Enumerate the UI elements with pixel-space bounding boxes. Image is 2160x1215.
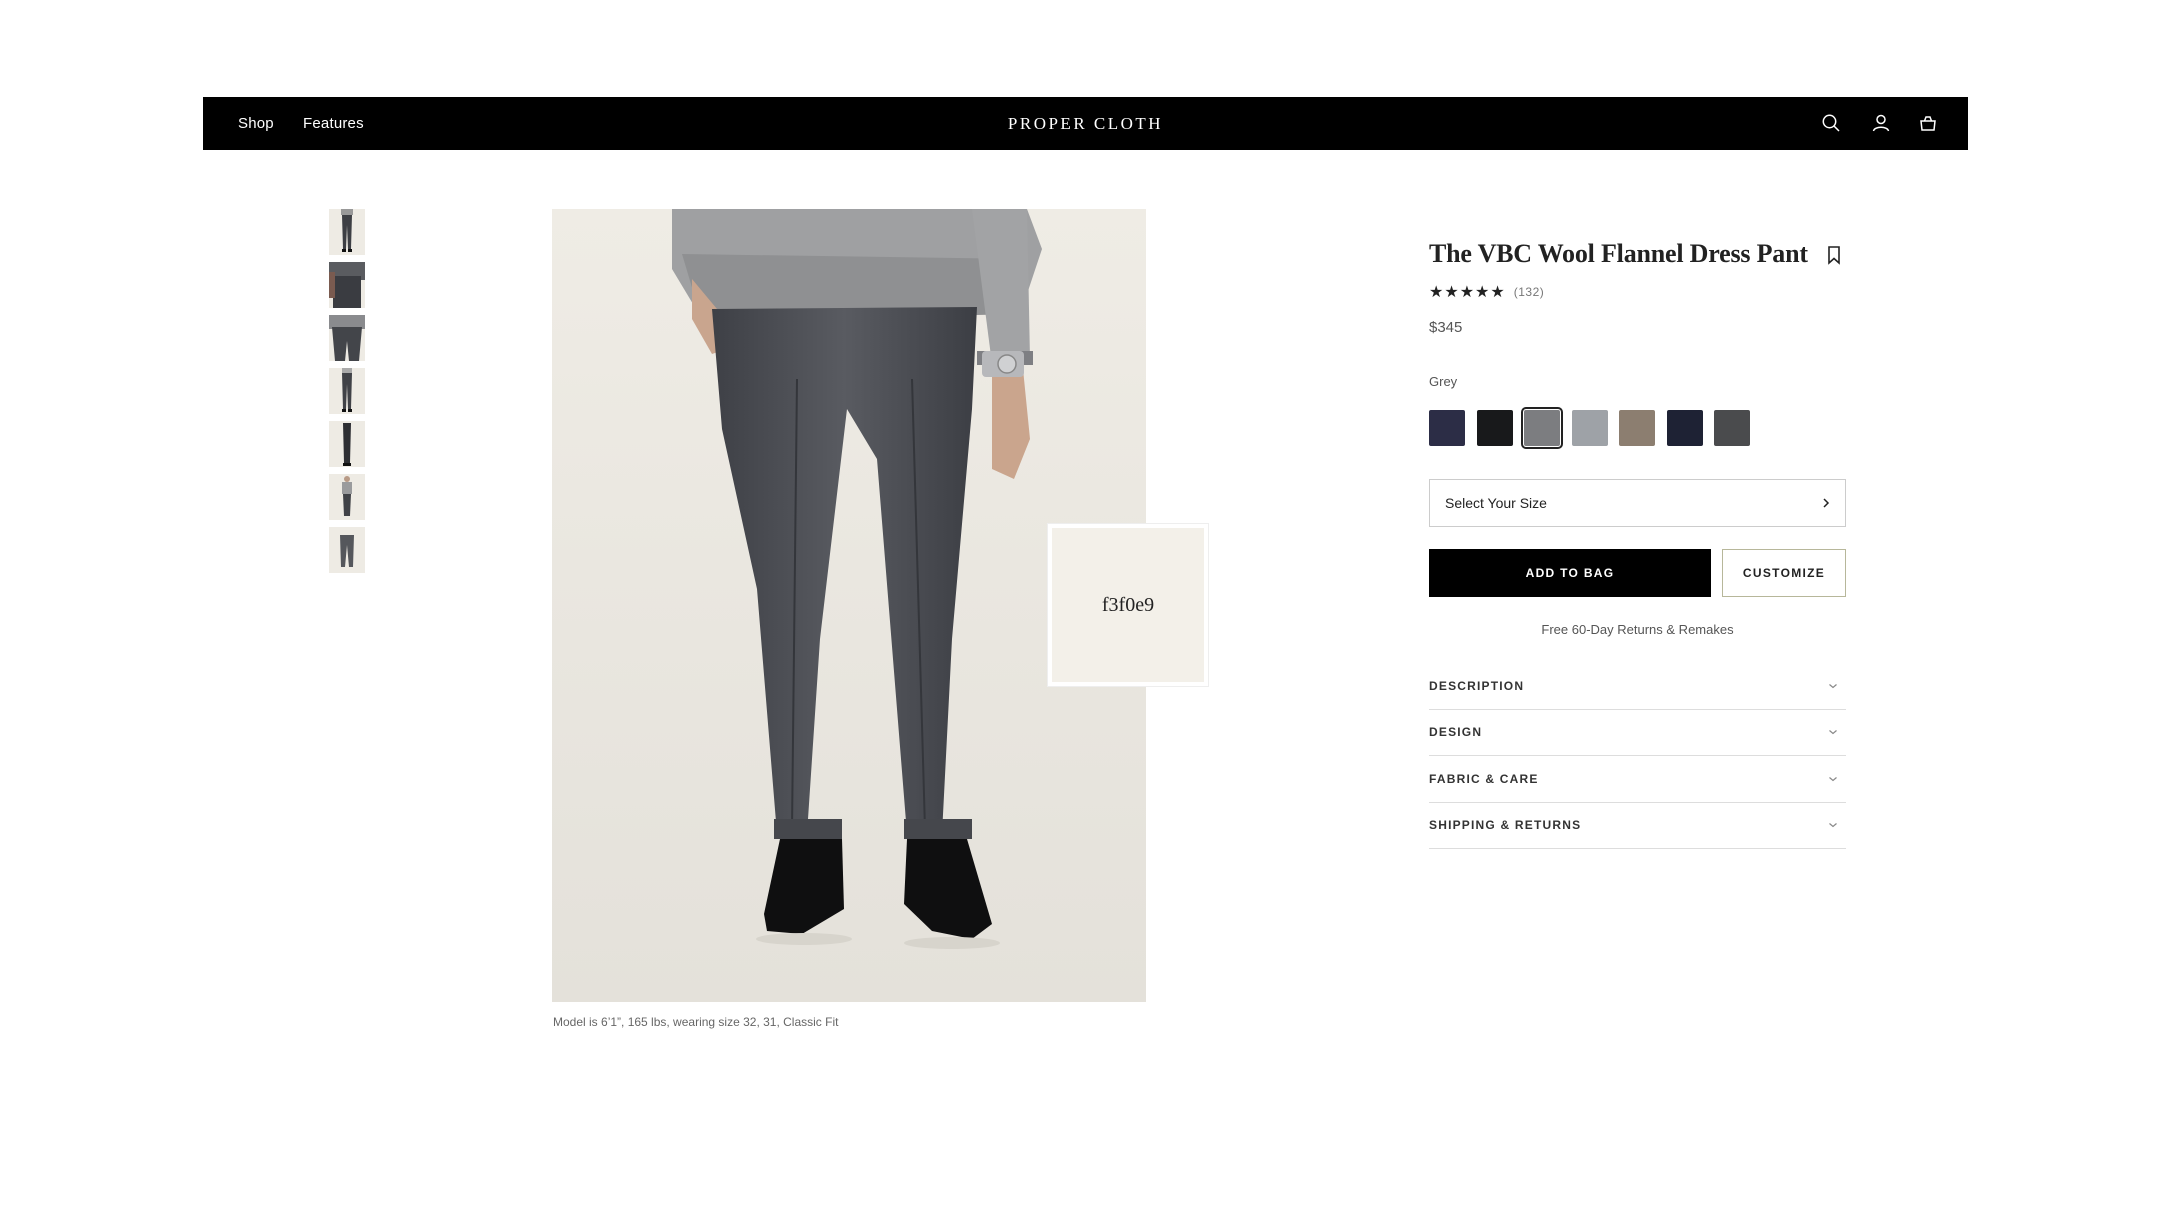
thumbnail-2[interactable] xyxy=(329,262,365,308)
accordion-label: FABRIC & CARE xyxy=(1429,771,1539,786)
thumbnail-5[interactable] xyxy=(329,421,365,467)
accordion-item-shipping-returns[interactable]: SHIPPING & RETURNS xyxy=(1429,803,1846,849)
chevron-down-icon xyxy=(1829,730,1837,735)
search-icon[interactable] xyxy=(1820,112,1842,134)
add-to-bag-button[interactable]: ADD TO BAG xyxy=(1429,549,1711,597)
model-caption: Model is 6’1”, 165 lbs, wearing size 32,… xyxy=(553,1015,839,1029)
thumbnail-6[interactable] xyxy=(329,474,365,520)
swatch-preview: f3f0e9 xyxy=(1048,524,1208,686)
bag-icon[interactable] xyxy=(1917,112,1939,134)
color-swatch-grey[interactable] xyxy=(1521,407,1563,449)
color-swatch-taupe[interactable] xyxy=(1619,410,1655,446)
product-title: The VBC Wool Flannel Dress Pant xyxy=(1429,239,1808,268)
top-nav-bar: Shop Features PROPER CLOTH xyxy=(203,97,1968,150)
nav-features-link[interactable]: Features xyxy=(303,97,364,150)
accordion-label: DESIGN xyxy=(1429,725,1483,740)
product-price: $345 xyxy=(1429,319,1463,336)
nav-shop-link[interactable]: Shop xyxy=(238,97,274,150)
chevron-right-icon xyxy=(1823,498,1830,508)
chevron-down-icon xyxy=(1829,776,1837,782)
color-label: Grey xyxy=(1429,374,1458,389)
accordion-label: SHIPPING & RETURNS xyxy=(1429,818,1582,833)
thumbnail-7[interactable] xyxy=(329,527,365,573)
chevron-down-icon xyxy=(1829,823,1837,828)
chevron-down-icon xyxy=(1829,683,1837,689)
accordion-item-design[interactable]: DESIGN xyxy=(1429,710,1846,756)
color-swatch-navy[interactable] xyxy=(1429,410,1465,446)
product-accordion: DESCRIPTION DESIGN FABRIC & CARE SHIPPING &… xyxy=(1429,663,1846,849)
size-select-label: Select Your Size xyxy=(1445,495,1547,511)
accordion-label: DESCRIPTION xyxy=(1429,678,1525,693)
color-swatch-light-grey[interactable] xyxy=(1571,410,1608,446)
review-count: (132) xyxy=(1513,285,1545,299)
bookmark-icon[interactable] xyxy=(1826,245,1842,265)
color-swatch-midnight[interactable] xyxy=(1666,410,1703,446)
size-select[interactable]: Select Your Size xyxy=(1429,479,1846,527)
thumbnail-3[interactable] xyxy=(329,315,365,361)
thumbnail-list xyxy=(329,209,365,580)
accordion-item-description[interactable]: DESCRIPTION xyxy=(1429,663,1846,710)
rating[interactable]: ★★★★★ (132) xyxy=(1429,282,1544,302)
thumbnail-1[interactable] xyxy=(329,209,365,255)
returns-note: Free 60-Day Returns & Remakes xyxy=(1541,622,1734,637)
star-rating-icons: ★★★★★ xyxy=(1429,284,1506,301)
accordion-item-fabric-care[interactable]: FABRIC & CARE xyxy=(1429,756,1846,803)
customize-button[interactable]: CUSTOMIZE xyxy=(1722,549,1846,597)
color-swatch-charcoal[interactable] xyxy=(1714,410,1750,446)
brand-logo[interactable]: PROPER CLOTH xyxy=(1008,114,1163,133)
account-icon[interactable] xyxy=(1870,112,1892,134)
color-swatches xyxy=(1429,407,1762,449)
color-swatch-black[interactable] xyxy=(1476,410,1513,446)
thumbnail-4[interactable] xyxy=(329,368,365,414)
